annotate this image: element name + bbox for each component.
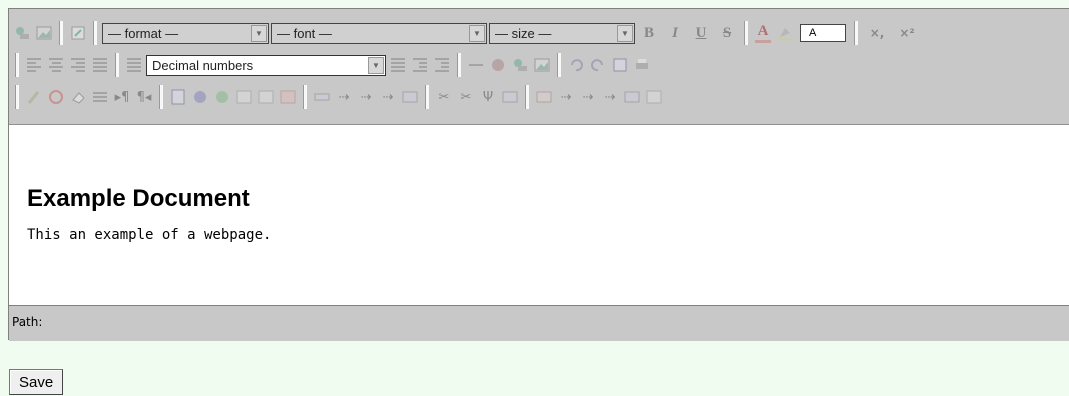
cleanup-icon[interactable] <box>69 24 87 42</box>
image-icon[interactable] <box>35 24 53 42</box>
backcolor-icon[interactable] <box>776 24 794 42</box>
link-icon[interactable] <box>13 24 31 42</box>
editor-toolbar: — format — ▼ — font — ▼ — size — ▼ B I U… <box>9 9 1069 125</box>
ordered-list-icon[interactable] <box>125 56 143 74</box>
horizontal-rule-icon[interactable] <box>467 56 485 74</box>
column-props-icon[interactable] <box>501 88 519 106</box>
align-center-icon[interactable] <box>47 56 65 74</box>
split-cells-icon[interactable] <box>623 88 641 106</box>
toolbar-separator <box>115 53 119 77</box>
cell-props-icon[interactable] <box>535 88 553 106</box>
forecolor-button[interactable]: A <box>755 23 771 43</box>
save-button[interactable]: Save <box>9 369 64 395</box>
toolbar-separator <box>159 85 163 109</box>
strikethrough-button[interactable]: S <box>717 25 737 42</box>
eraser-icon[interactable] <box>69 88 87 106</box>
toolbar-separator <box>457 53 461 77</box>
help-icon[interactable] <box>191 88 209 106</box>
merge-rows-icon[interactable] <box>401 88 419 106</box>
toolbar-separator <box>744 21 748 45</box>
toolbar-separator <box>93 21 97 45</box>
source-code-icon[interactable] <box>169 88 187 106</box>
color-input[interactable]: A <box>800 24 846 42</box>
toolbar-separator <box>59 21 63 45</box>
toolbar-separator <box>425 85 429 109</box>
table-props-icon[interactable] <box>257 88 275 106</box>
chevron-down-icon: ▼ <box>617 24 633 42</box>
chevron-down-icon: ▼ <box>368 56 384 74</box>
image-icon[interactable] <box>533 56 551 74</box>
insert-row-before-icon[interactable]: ⇢ <box>335 88 353 106</box>
editor-content-area[interactable]: Example Document This an example of a we… <box>9 125 1069 305</box>
row-props-icon[interactable] <box>313 88 331 106</box>
select-all-icon[interactable] <box>611 56 629 74</box>
document-heading: Example Document <box>27 185 250 212</box>
insert-col-after-icon[interactable]: ⇢ <box>579 88 597 106</box>
subscript-button[interactable]: ×, <box>865 26 889 40</box>
info-icon[interactable] <box>213 88 231 106</box>
bold-button[interactable]: B <box>639 25 659 42</box>
align-right-icon[interactable] <box>69 56 87 74</box>
italic-button[interactable]: I <box>665 25 685 42</box>
copy-icon[interactable]: ✂ <box>457 88 475 106</box>
toolbar-row-3: ▸¶ ¶◂ ⇢ ⇢ ⇢ ✂ ✂ Ψ ⇢ ⇢ ⇢ <box>9 83 665 111</box>
chevron-down-icon: ▼ <box>469 24 485 42</box>
toolbar-separator <box>15 53 19 77</box>
delete-col-icon[interactable]: ⇢ <box>601 88 619 106</box>
print-icon[interactable] <box>633 56 651 74</box>
underline-button[interactable]: U <box>691 25 711 42</box>
toolbar-separator <box>557 53 561 77</box>
align-justify-icon[interactable] <box>91 56 109 74</box>
undo-icon[interactable] <box>567 56 585 74</box>
chevron-down-icon: ▼ <box>251 24 267 42</box>
ltr-icon[interactable]: ▸¶ <box>113 88 131 106</box>
redo-icon[interactable] <box>589 56 607 74</box>
insert-col-before-icon[interactable]: ⇢ <box>557 88 575 106</box>
table-delete-icon[interactable] <box>279 88 297 106</box>
anchor-icon[interactable] <box>489 56 507 74</box>
insert-row-after-icon[interactable]: ⇢ <box>357 88 375 106</box>
indent-icon[interactable] <box>433 56 451 74</box>
unordered-list-icon[interactable] <box>389 56 407 74</box>
page-break-icon[interactable] <box>91 88 109 106</box>
list-style-select[interactable]: Decimal numbers ▼ <box>146 54 386 76</box>
remove-format-icon[interactable] <box>47 88 65 106</box>
font-select[interactable]: — font — ▼ <box>271 22 487 44</box>
format-select[interactable]: — format — ▼ <box>102 22 269 44</box>
toolbar-row-1: — format — ▼ — font — ▼ — size — ▼ B I U… <box>9 19 922 47</box>
cut-icon[interactable]: ✂ <box>435 88 453 106</box>
superscript-button[interactable]: ×² <box>895 26 919 40</box>
rich-text-editor: — format — ▼ — font — ▼ — size — ▼ B I U… <box>8 8 1069 341</box>
merge-cells-icon[interactable] <box>645 88 663 106</box>
delete-row-icon[interactable]: ⇢ <box>379 88 397 106</box>
cleanup-brush-icon[interactable] <box>25 88 43 106</box>
table-icon[interactable] <box>235 88 253 106</box>
toolbar-separator <box>854 21 858 45</box>
align-left-icon[interactable] <box>25 56 43 74</box>
rtl-icon[interactable]: ¶◂ <box>135 88 153 106</box>
toolbar-separator <box>303 85 307 109</box>
toolbar-row-2: Decimal numbers ▼ <box>9 51 653 79</box>
paste-icon[interactable]: Ψ <box>479 88 497 106</box>
document-paragraph: This an example of a webpage. <box>27 227 272 243</box>
toolbar-separator <box>15 85 19 109</box>
link-icon[interactable] <box>511 56 529 74</box>
status-path-bar: Path: <box>9 305 1069 341</box>
size-select[interactable]: — size — ▼ <box>489 22 635 44</box>
toolbar-separator <box>525 85 529 109</box>
outdent-icon[interactable] <box>411 56 429 74</box>
path-label: Path: <box>12 315 43 329</box>
